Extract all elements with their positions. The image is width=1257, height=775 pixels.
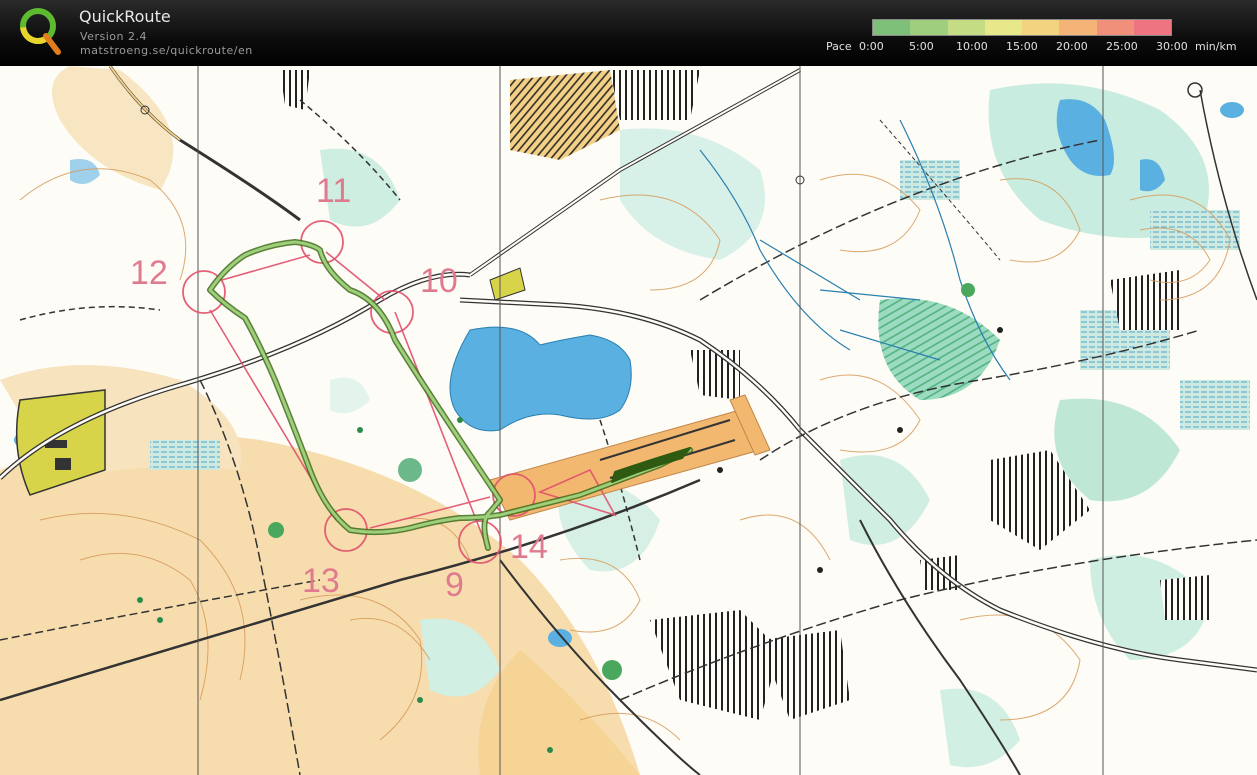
app-name: QuickRoute bbox=[79, 7, 171, 26]
control-number-10: 10 bbox=[420, 262, 458, 300]
map-drawing bbox=[0, 66, 1257, 775]
pace-color-segment bbox=[1096, 20, 1134, 35]
app-url[interactable]: matstroeng.se/quickroute/en bbox=[80, 44, 253, 57]
control-number-11: 11 bbox=[316, 172, 352, 210]
control-number-14: 14 bbox=[510, 528, 548, 566]
pace-color-segment bbox=[984, 20, 1022, 35]
pace-color-segment bbox=[1059, 20, 1097, 35]
pace-tick: 10:00 bbox=[956, 40, 988, 53]
app-header: QuickRoute Version 2.4 matstroeng.se/qui… bbox=[0, 0, 1257, 66]
quickroute-logo-icon bbox=[20, 8, 61, 55]
pace-color-segment bbox=[947, 20, 985, 35]
pace-label: Pace bbox=[826, 40, 852, 53]
control-number-9: 9 bbox=[445, 566, 464, 604]
pace-tick: 5:00 bbox=[909, 40, 934, 53]
pace-unit: min/km bbox=[1195, 40, 1237, 53]
control-number-12: 12 bbox=[130, 254, 168, 292]
pace-color-bar bbox=[872, 19, 1172, 36]
pace-tick: 30:00 bbox=[1156, 40, 1188, 53]
pace-color-segment bbox=[1022, 20, 1060, 35]
orienteering-map[interactable]: 9 10 11 12 13 14 bbox=[0, 66, 1257, 775]
app-version: Version 2.4 bbox=[80, 30, 147, 43]
pace-tick: 15:00 bbox=[1006, 40, 1038, 53]
control-number-13: 13 bbox=[302, 562, 340, 600]
pace-color-segment bbox=[1133, 20, 1171, 35]
pace-tick: 20:00 bbox=[1056, 40, 1088, 53]
pace-tick: 0:00 bbox=[859, 40, 884, 53]
pace-color-segment bbox=[873, 20, 911, 35]
pace-color-segment bbox=[910, 20, 948, 35]
pace-tick: 25:00 bbox=[1106, 40, 1138, 53]
